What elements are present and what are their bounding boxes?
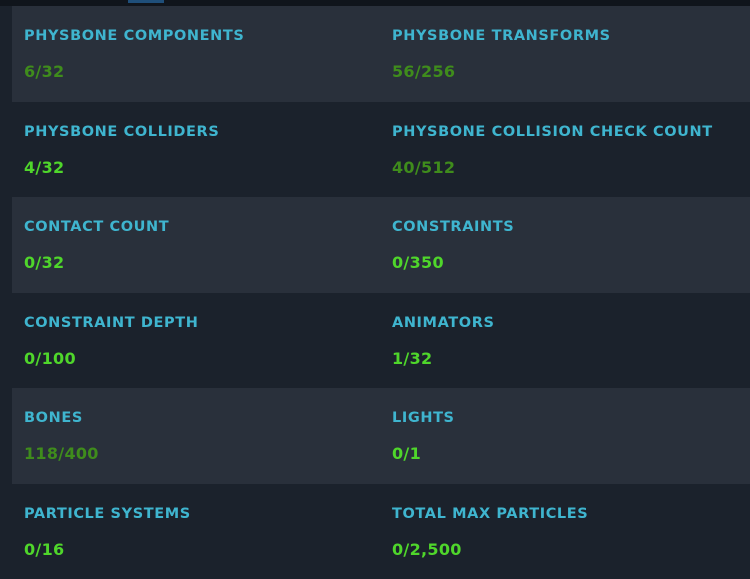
stat-label: PHYSBONE COLLIDERS [24, 123, 220, 140]
stat-value: 0/16 [24, 539, 65, 559]
stat-label: PHYSBONE TRANSFORMS [392, 28, 611, 44]
stat-row: CONSTRAINT DEPTH 0/100 ANIMATORS 1/32 [12, 293, 750, 389]
stat-label: TOTAL MAX PARTICLES [392, 505, 589, 522]
stat-label: CONTACT COUNT [24, 219, 170, 235]
stat-value: 56/256 [392, 62, 456, 81]
stat-label: PHYSBONE COMPONENTS [24, 28, 245, 44]
stat-row: PHYSBONE COLLIDERS 4/32 PHYSBONE COLLISI… [12, 102, 750, 198]
stat-row: CONTACT COUNT 0/32 CONSTRAINTS 0/350 [12, 197, 750, 293]
stat-label: ANIMATORS [392, 314, 495, 331]
stat-label: LIGHTS [392, 410, 455, 426]
stat-label: BONES [24, 410, 83, 426]
stat-value: 118/400 [24, 444, 99, 463]
stat-value: 0/1 [392, 444, 422, 463]
stat-value: 0/2,500 [392, 539, 462, 559]
stat-label: PARTICLE SYSTEMS [24, 505, 191, 522]
stat-value: 0/32 [24, 253, 65, 272]
stat-row: PHYSBONE COMPONENTS 6/32 PHYSBONE TRANSF… [12, 6, 750, 102]
stat-value: 6/32 [24, 62, 65, 81]
stat-value: 1/32 [392, 348, 433, 368]
stat-value: 0/350 [392, 253, 444, 272]
stat-value: 0/100 [24, 348, 76, 368]
stat-label: CONSTRAINTS [392, 219, 515, 235]
performance-stats-panel: PHYSBONE COMPONENTS 6/32 PHYSBONE TRANSF… [12, 6, 750, 579]
stat-value: 40/512 [392, 157, 456, 177]
stat-value: 4/32 [24, 157, 65, 177]
stat-row: BONES 118/400 LIGHTS 0/1 [12, 388, 750, 484]
stat-label: CONSTRAINT DEPTH [24, 314, 199, 331]
stat-label: PHYSBONE COLLISION CHECK COUNT [392, 123, 713, 140]
stat-row: PARTICLE SYSTEMS 0/16 TOTAL MAX PARTICLE… [12, 484, 750, 579]
top-accent [128, 0, 164, 3]
